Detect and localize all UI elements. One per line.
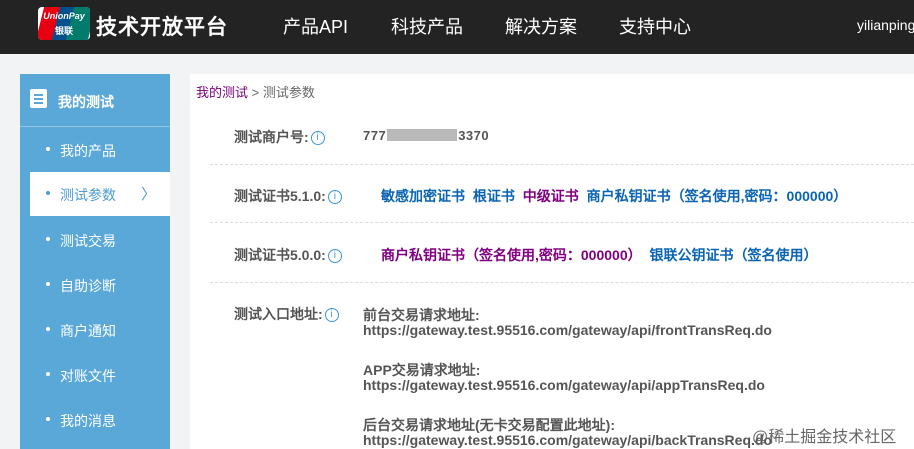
sidebar-title: 我的测试: [58, 94, 114, 110]
sensitive-encrypt-cert-link[interactable]: 敏感加密证书: [381, 188, 465, 204]
sidebar: 我的测试 我的产品 测试参数 〉 测试交易 自助诊断 商户通知 对账文件 我的消…: [20, 74, 170, 449]
info-icon[interactable]: i: [327, 249, 342, 263]
info-icon[interactable]: i: [324, 308, 339, 322]
merchant-id-label: 测试商户号:: [234, 129, 309, 145]
user-name[interactable]: yilianping: [857, 17, 914, 33]
info-icon[interactable]: i: [310, 131, 325, 145]
merchant-id-row: 测试商户号: i: [234, 127, 325, 147]
unionpay-public-key-cert-link[interactable]: 银联公钥证书（签名使用）: [650, 247, 818, 263]
bullet-icon: [46, 147, 50, 151]
bullet-icon: [46, 417, 50, 421]
sidebar-item-label: 商户通知: [60, 323, 116, 339]
sidebar-item-label: 我的消息: [60, 413, 116, 429]
front-trans-url: https://gateway.test.95516.com/gateway/a…: [363, 322, 772, 338]
nav-tech-products[interactable]: 科技产品: [391, 13, 463, 39]
breadcrumb-root-link[interactable]: 我的测试: [196, 85, 248, 100]
sidebar-item-test-params[interactable]: 测试参数 〉: [30, 172, 170, 216]
merchant-private-key-cert-link[interactable]: 商户私钥证书（签名使用,密码：000000）: [381, 247, 642, 263]
sidebar-item-my-messages[interactable]: 我的消息: [20, 398, 170, 442]
logo-text: UnionPay: [43, 11, 85, 21]
cert-510-row: 测试证书5.1.0: i: [234, 186, 342, 206]
bullet-icon: [46, 282, 50, 286]
merchant-id-suffix: 3370: [458, 128, 490, 143]
sidebar-item-label: 自助诊断: [60, 278, 116, 294]
bullet-icon: [46, 191, 50, 195]
chevron-right-icon: 〉: [141, 186, 157, 203]
divider: [210, 222, 914, 223]
watermark: @稀土掘金技术社区: [752, 429, 897, 446]
info-icon[interactable]: i: [327, 190, 342, 204]
document-icon: [30, 89, 47, 108]
merchant-id-value: 777 3370: [363, 128, 489, 143]
nav-solutions[interactable]: 解决方案: [505, 13, 577, 39]
bullet-icon: [46, 372, 50, 376]
merchant-id-prefix: 777: [363, 128, 387, 143]
sidebar-item-label: 测试参数: [60, 187, 116, 203]
bullet-icon: [46, 327, 50, 331]
breadcrumb-separator: >: [251, 85, 260, 100]
cert-500-links: 商户私钥证书（签名使用,密码：000000） 银联公钥证书（签名使用）: [381, 245, 822, 265]
sidebar-item-self-diagnosis[interactable]: 自助诊断: [20, 263, 170, 307]
cert-500-label: 测试证书5.0.0:: [234, 247, 326, 263]
app-trans-url: https://gateway.test.95516.com/gateway/a…: [363, 377, 765, 393]
main-panel: 我的测试 > 测试参数 测试商户号: i 777 3370 测试证书5.1.0: i …: [190, 74, 914, 449]
endpoints-row: 测试入口地址: i: [234, 304, 339, 324]
sidebar-item-my-products[interactable]: 我的产品: [20, 128, 170, 172]
back-trans-url: https://gateway.test.95516.com/gateway/a…: [363, 432, 772, 448]
site-title[interactable]: 技术开放平台: [96, 11, 228, 41]
sidebar-item-label: 对账文件: [60, 368, 116, 384]
divider: [210, 282, 914, 283]
bullet-icon: [46, 237, 50, 241]
divider: [210, 164, 914, 165]
nav-product-api[interactable]: 产品API: [283, 13, 348, 39]
top-nav-bar: UnionPay 银联 技术开放平台 产品API 科技产品 解决方案 支持中心 …: [0, 0, 914, 54]
cert-510-label: 测试证书5.1.0:: [234, 188, 326, 204]
intermediate-cert-link[interactable]: 中级证书: [523, 188, 579, 204]
sidebar-item-label: 我的产品: [60, 143, 116, 159]
breadcrumb: 我的测试 > 测试参数: [196, 82, 315, 101]
sidebar-item-test-transaction[interactable]: 测试交易: [20, 218, 170, 262]
redaction-mask: [387, 129, 458, 141]
root-cert-link[interactable]: 根证书: [473, 188, 515, 204]
logo-subtext: 银联: [54, 26, 73, 36]
merchant-private-key-cert-link[interactable]: 商户私钥证书（签名使用,密码：000000）: [587, 188, 848, 204]
cert-510-links: 敏感加密证书 根证书 中级证书 商户私钥证书（签名使用,密码：000000）: [381, 186, 851, 206]
sidebar-header: 我的测试: [20, 74, 170, 127]
sidebar-item-merchant-notify[interactable]: 商户通知: [20, 308, 170, 352]
sidebar-item-label: 测试交易: [60, 233, 116, 249]
sidebar-item-reconciliation[interactable]: 对账文件: [20, 353, 170, 397]
unionpay-logo[interactable]: UnionPay 银联: [38, 7, 90, 40]
endpoints-label: 测试入口地址:: [234, 306, 323, 322]
cert-500-row: 测试证书5.0.0: i: [234, 245, 342, 265]
nav-support-center[interactable]: 支持中心: [619, 13, 691, 39]
breadcrumb-current: 测试参数: [262, 85, 315, 100]
